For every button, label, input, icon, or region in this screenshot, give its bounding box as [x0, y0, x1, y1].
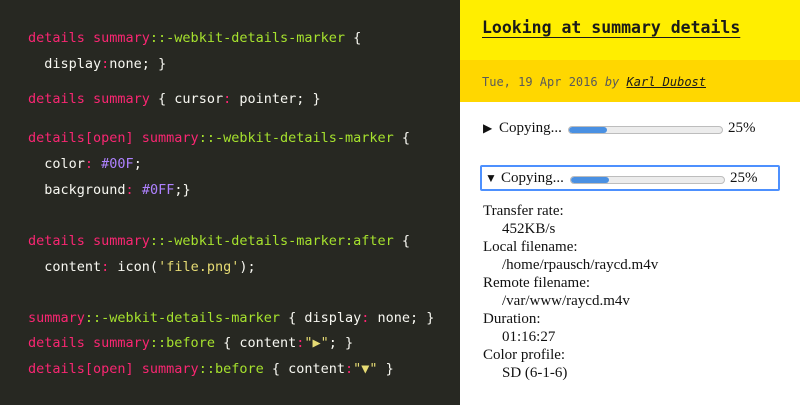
code-token: 'file.png': [158, 259, 240, 275]
code-token: details summary: [28, 233, 150, 249]
code-token: ::-webkit-details-marker: [84, 310, 280, 326]
code-token: "▶": [304, 335, 329, 351]
article-panel: Looking at summary details Tue, 19 Apr 2…: [460, 0, 800, 405]
code-token: }: [377, 361, 394, 377]
summary-label: Copying...: [501, 170, 564, 186]
article-date: Tue, 19 Apr 2016: [482, 75, 598, 89]
code-token: none; }: [369, 310, 435, 326]
code-line: background: #0FF;}: [28, 181, 191, 199]
details-open[interactable]: ▼ Copying... 25%: [480, 165, 780, 191]
info-value: /home/rpausch/raycd.m4v: [502, 257, 659, 273]
progress-bar: [568, 126, 723, 134]
code-line: display:none; }: [28, 55, 166, 73]
code-token: summary: [28, 310, 85, 326]
code-line: content: icon('file.png');: [28, 258, 256, 276]
code-token: details summary: [28, 30, 150, 46]
info-value: /var/www/raycd.m4v: [502, 293, 630, 309]
code-token: :: [125, 182, 134, 198]
code-token: details summary: [28, 91, 150, 107]
code-token: :: [84, 156, 94, 172]
code-token: details[open] summary: [28, 361, 199, 377]
code-token: display: [28, 56, 102, 72]
code-token: ::-webkit-details-marker: [198, 130, 394, 146]
details-info: Transfer rate: 452KB/s Local filename: /…: [483, 202, 658, 382]
code-token: details[open] summary: [28, 130, 199, 146]
code-line: summary::-webkit-details-marker { displa…: [28, 309, 434, 327]
info-value: SD (6-1-6): [502, 365, 568, 381]
code-token: background: [28, 182, 126, 198]
code-line: details[open] summary::-webkit-details-m…: [28, 129, 410, 147]
info-label: Duration:: [483, 311, 541, 327]
code-token: );: [239, 259, 256, 275]
progress-fill: [569, 127, 608, 133]
code-token: ;: [133, 156, 142, 172]
code-token: {: [393, 130, 411, 146]
code-token: #00F: [93, 156, 134, 172]
article-meta: Tue, 19 Apr 2016 by Karl Dubost: [460, 60, 800, 102]
code-token: ::-webkit-details-marker:after: [149, 233, 394, 249]
summary-label: Copying...: [499, 120, 562, 136]
code-token: { content: [214, 335, 297, 351]
code-token: none; }: [109, 56, 167, 72]
info-label: Remote filename:: [483, 275, 591, 291]
code-token: color: [28, 156, 85, 172]
code-line: details summary::before { content:"▶"; }: [28, 334, 353, 352]
code-token: :: [345, 361, 354, 377]
collapsed-triangle-icon: ▶: [483, 121, 493, 135]
info-label: Local filename:: [483, 239, 578, 255]
code-token: ::-webkit-details-marker: [149, 30, 345, 46]
code-line: details summary::-webkit-details-marker:…: [28, 232, 410, 250]
progress-fill: [571, 177, 610, 183]
article-by: by: [604, 75, 620, 89]
code-token: {: [393, 233, 411, 249]
code-token: :: [223, 91, 232, 107]
code-line: details[open] summary::before { content:…: [28, 360, 394, 378]
code-token: details summary: [28, 335, 150, 351]
code-token: { cursor: [149, 91, 224, 107]
expanded-triangle-icon: ▼: [485, 171, 497, 185]
code-panel: details summary::-webkit-details-marker …: [0, 0, 460, 405]
article-header: Looking at summary details: [460, 0, 800, 60]
info-label: Transfer rate:: [483, 203, 564, 219]
code-line: details summary { cursor: pointer; }: [28, 90, 321, 108]
code-token: #0FF: [133, 182, 175, 198]
details-closed[interactable]: ▶ Copying... 25%: [480, 117, 780, 143]
code-token: content: [28, 259, 102, 275]
code-token: icon(: [109, 259, 159, 275]
info-value: 452KB/s: [502, 221, 556, 237]
code-token: ::before: [149, 335, 215, 351]
article-title-link[interactable]: Looking at summary details: [482, 18, 740, 37]
info-label: Color profile:: [483, 347, 566, 363]
author-link[interactable]: Karl Dubost: [627, 75, 706, 89]
code-token: "▼": [353, 361, 378, 377]
code-line: details summary::-webkit-details-marker …: [28, 29, 361, 47]
code-token: { display: [279, 310, 362, 326]
progress-bar: [570, 176, 725, 184]
code-token: { content: [263, 361, 345, 377]
code-token: ; }: [328, 335, 354, 351]
progress-percent: 25%: [730, 170, 758, 186]
code-token: ::before: [198, 361, 264, 377]
info-value: 01:16:27: [502, 329, 556, 345]
progress-percent: 25%: [728, 120, 756, 136]
code-token: {: [345, 30, 362, 46]
code-token: pointer; }: [231, 91, 321, 107]
code-token: ;}: [174, 182, 191, 198]
code-line: color: #00F;: [28, 155, 142, 173]
